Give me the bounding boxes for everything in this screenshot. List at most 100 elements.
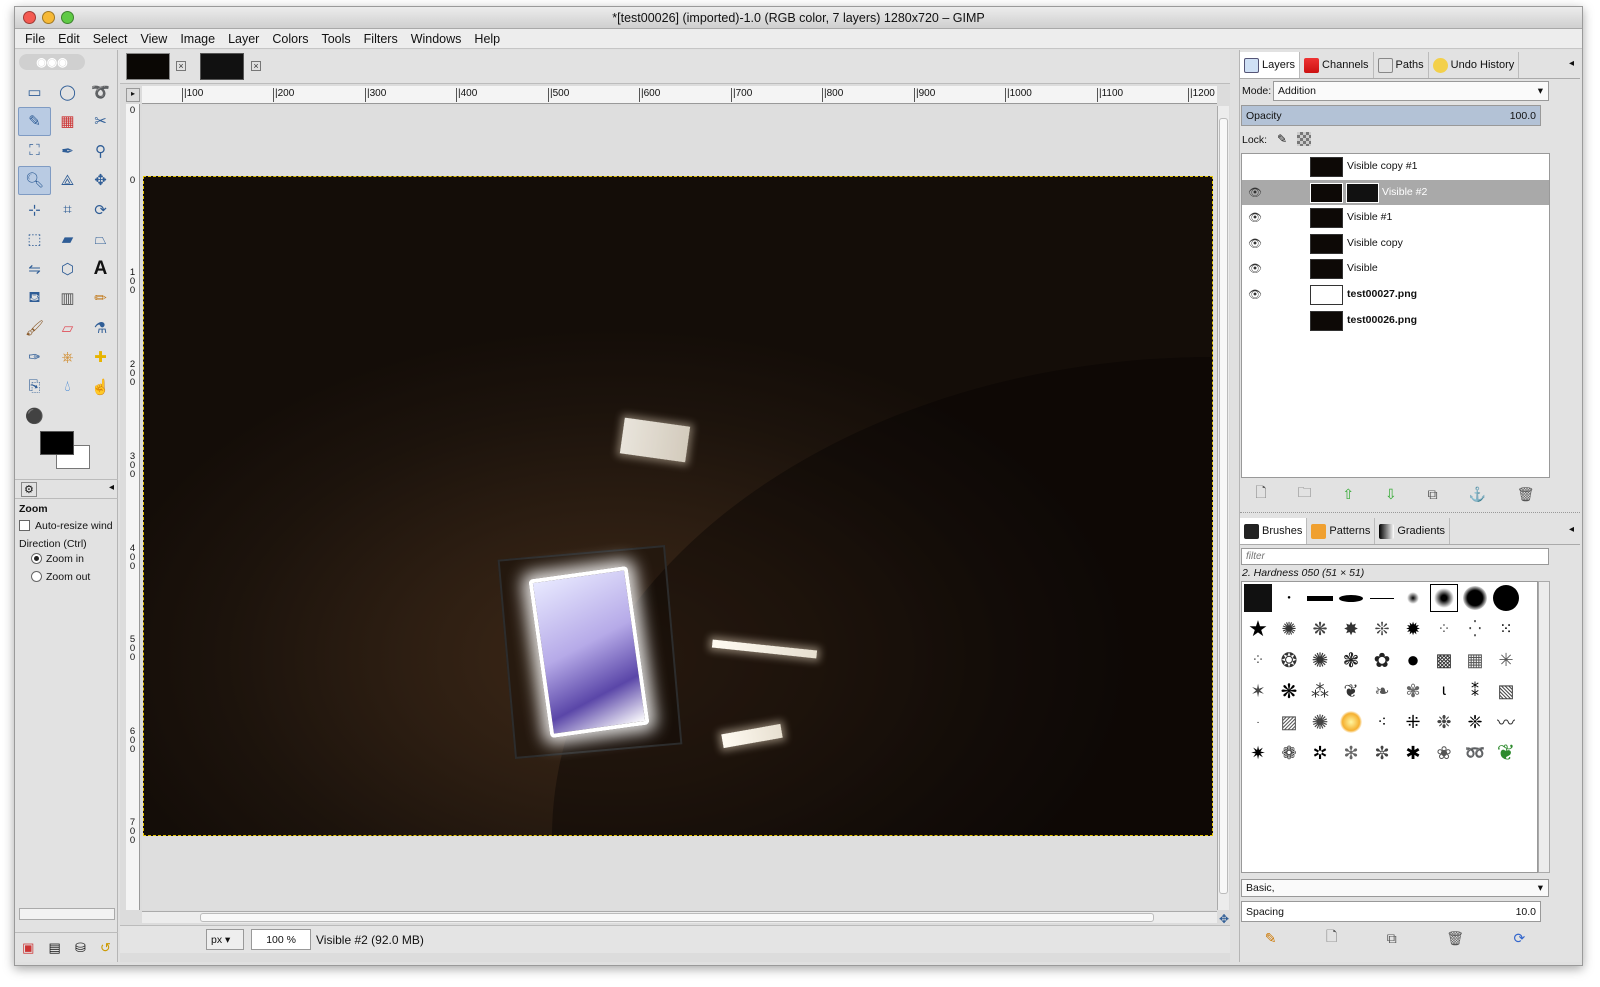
- lock-alpha-icon[interactable]: [1297, 132, 1311, 146]
- brush-dot[interactable]: ●: [1275, 584, 1303, 612]
- brush-texture[interactable]: ❂: [1275, 646, 1303, 674]
- brush-hardness-100[interactable]: [1492, 584, 1520, 612]
- brush-texture[interactable]: ▦: [1461, 646, 1489, 674]
- tool-options-icon[interactable]: ⚙: [21, 482, 37, 497]
- menu-tools[interactable]: Tools: [321, 32, 350, 46]
- text-icon[interactable]: A: [84, 254, 117, 284]
- perspective-clone-icon[interactable]: ⎘: [18, 372, 51, 402]
- horizontal-scroll-thumb[interactable]: [200, 913, 1154, 922]
- layer-row[interactable]: 👁︎ Visible #1: [1242, 205, 1549, 231]
- brush-texture[interactable]: ❋: [1306, 615, 1334, 643]
- brush-texture[interactable]: ✺: [1306, 646, 1334, 674]
- ink-icon[interactable]: ✑: [18, 343, 51, 373]
- delete-options-icon[interactable]: ⛁: [75, 940, 86, 956]
- brush-ellipse[interactable]: [1337, 584, 1365, 612]
- clone-icon[interactable]: ⎈: [51, 343, 84, 373]
- brush-texture[interactable]: ⁛: [1461, 615, 1489, 643]
- zoom-in-radio[interactable]: Zoom in: [31, 553, 84, 565]
- brush-texture[interactable]: ❋: [1275, 677, 1303, 705]
- brush-texture[interactable]: ▧: [1492, 677, 1520, 705]
- menu-colors[interactable]: Colors: [272, 32, 308, 46]
- cage-icon[interactable]: ⬡: [51, 254, 84, 284]
- new-group-icon[interactable]: 🗀: [1298, 482, 1312, 506]
- brush-texture[interactable]: ✱: [1399, 739, 1427, 767]
- image-tab-thumbnail-2[interactable]: [200, 53, 244, 80]
- flip-icon[interactable]: ⇋: [18, 254, 51, 284]
- foreground-select-icon[interactable]: ⛶: [18, 136, 51, 166]
- brush-texture[interactable]: ✺: [1306, 708, 1334, 736]
- brush-texture[interactable]: ❦: [1337, 677, 1365, 705]
- align-icon[interactable]: ⊹: [18, 195, 51, 225]
- brush-hardness-050[interactable]: [1430, 584, 1458, 612]
- new-brush-icon[interactable]: 🗋: [1326, 926, 1337, 950]
- vertical-scroll-thumb[interactable]: [1219, 118, 1228, 894]
- horizontal-scrollbar[interactable]: [142, 911, 1217, 923]
- menu-windows[interactable]: Windows: [411, 32, 462, 46]
- brush-texture[interactable]: ✶: [1244, 677, 1272, 705]
- raise-layer-icon[interactable]: ⇧: [1342, 486, 1354, 503]
- brush-clipboard[interactable]: [1244, 584, 1272, 612]
- brush-texture[interactable]: ✳: [1492, 646, 1520, 674]
- brush-texture[interactable]: ⁜: [1399, 708, 1427, 736]
- pencil-icon[interactable]: ✏: [84, 284, 117, 314]
- panel-menu-icon[interactable]: ◂: [109, 482, 114, 493]
- brush-texture[interactable]: ❊: [1368, 615, 1396, 643]
- tab-channels[interactable]: Channels: [1300, 52, 1374, 78]
- brush-texture[interactable]: ❀: [1430, 739, 1458, 767]
- dock-menu-icon[interactable]: ◂: [1563, 518, 1580, 544]
- brush-line[interactable]: [1306, 584, 1334, 612]
- color-picker-icon[interactable]: ⚲: [84, 136, 117, 166]
- menu-file[interactable]: File: [25, 32, 45, 46]
- brush-texture[interactable]: ✸: [1337, 615, 1365, 643]
- layer-row[interactable]: test00026.png: [1242, 308, 1549, 334]
- brush-texture[interactable]: ⁂: [1306, 677, 1334, 705]
- menu-select[interactable]: Select: [93, 32, 128, 46]
- brush-texture[interactable]: ✼: [1368, 739, 1396, 767]
- eye-icon[interactable]: 👁︎: [1248, 186, 1262, 199]
- eye-icon[interactable]: 👁︎: [1248, 211, 1262, 224]
- crop-icon[interactable]: ⌗: [51, 195, 84, 225]
- brush-texture[interactable]: ✾: [1399, 677, 1427, 705]
- paths-icon[interactable]: ✒: [51, 136, 84, 166]
- dock-menu-icon[interactable]: ◂: [1563, 52, 1580, 78]
- restore-options-icon[interactable]: ▤: [49, 940, 61, 956]
- close-tab-icon[interactable]: ×: [251, 61, 261, 71]
- bucket-fill-icon[interactable]: ⛾: [18, 284, 51, 314]
- brush-texture[interactable]: ⁙: [1492, 615, 1520, 643]
- new-layer-icon[interactable]: 🗋: [1255, 482, 1266, 506]
- rotate-icon[interactable]: ⟳: [84, 195, 117, 225]
- lasso-icon[interactable]: ➰: [84, 77, 117, 107]
- brush-filter-input[interactable]: [1241, 548, 1549, 565]
- brush-texture[interactable]: ⁖: [1368, 708, 1396, 736]
- eye-icon[interactable]: 👁︎: [1248, 237, 1262, 250]
- smudge-icon[interactable]: ☝: [84, 372, 117, 402]
- vertical-scrollbar[interactable]: [1217, 106, 1229, 910]
- edit-brush-icon[interactable]: ✎: [1265, 930, 1277, 947]
- menu-help[interactable]: Help: [474, 32, 500, 46]
- dock-separator[interactable]: [1240, 512, 1580, 516]
- shear-icon[interactable]: ▰: [51, 225, 84, 255]
- menu-filters[interactable]: Filters: [364, 32, 398, 46]
- brush-texture[interactable]: ✹: [1399, 615, 1427, 643]
- brush-texture[interactable]: ❈: [1461, 708, 1489, 736]
- blend-icon[interactable]: ▥: [51, 284, 84, 314]
- lock-pixels-icon[interactable]: ✎: [1277, 132, 1287, 146]
- brush-texture[interactable]: 〰: [1492, 708, 1520, 736]
- brush-star[interactable]: ★: [1244, 615, 1272, 643]
- layer-row[interactable]: 👁︎ Visible: [1242, 256, 1549, 282]
- brush-texture[interactable]: ❉: [1430, 708, 1458, 736]
- scale-icon[interactable]: ⬚: [18, 225, 51, 255]
- rect-select-icon[interactable]: ▭: [18, 77, 51, 107]
- zoom-window-button[interactable]: [61, 11, 74, 24]
- brush-texture[interactable]: ⁘: [1430, 615, 1458, 643]
- brush-texture[interactable]: ▨: [1275, 708, 1303, 736]
- spacing-slider[interactable]: Spacing 10.0: [1241, 901, 1541, 922]
- eye-icon[interactable]: 👁︎: [1248, 262, 1262, 275]
- paintbrush-icon[interactable]: 🖌︎: [18, 313, 51, 343]
- menu-view[interactable]: View: [140, 32, 167, 46]
- unit-select[interactable]: px ▾: [206, 929, 244, 950]
- anchor-layer-icon[interactable]: ⚓: [1468, 486, 1485, 503]
- brush-texture[interactable]: ❃: [1337, 646, 1365, 674]
- duplicate-layer-icon[interactable]: ⧉: [1428, 486, 1438, 503]
- fuzzy-select-icon[interactable]: ✎: [18, 106, 51, 136]
